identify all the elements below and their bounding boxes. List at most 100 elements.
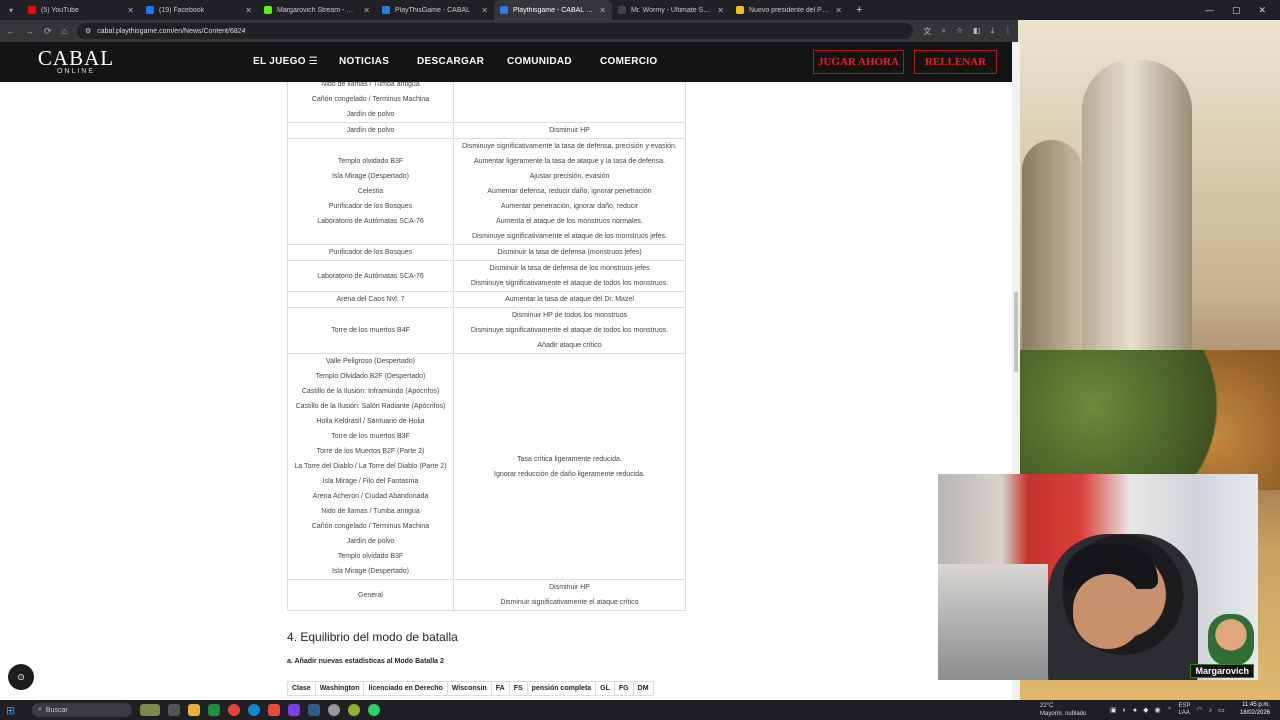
language-indicator[interactable]: ESP LAA (1178, 703, 1190, 717)
effect-text: Aumentar la tasa de ataque del Dr. Mazel (505, 296, 634, 303)
weather-desc: Mayorm. nublado (1040, 711, 1087, 717)
new-tab-button[interactable]: + (848, 4, 870, 16)
browser-tab[interactable]: (5) YouTube ✕ (22, 0, 140, 20)
whatsapp-icon[interactable] (368, 704, 380, 716)
tray-icon[interactable]: ◆ (1143, 706, 1148, 714)
app-icon-gray[interactable] (328, 704, 340, 716)
clock[interactable]: 11:45 p.m. 18/02/2026 (1240, 701, 1270, 717)
close-window-icon[interactable]: ✕ (1258, 5, 1266, 16)
bookmark-star-icon[interactable]: ☆ (956, 26, 963, 37)
map-name: Valle Peligroso (Despertado) (326, 358, 415, 365)
tab-close-icon[interactable]: ✕ (245, 6, 252, 15)
site-info-icon[interactable]: ⚙ (85, 27, 91, 35)
browser-tab[interactable]: Mr. Wormy - Ultimate Source o... ✕ (612, 0, 730, 20)
fill-button[interactable]: RELLENAR (914, 50, 997, 74)
map-name: Nido de llamas / Tumba antigua (321, 82, 420, 88)
map-name: Isla Mirage / Filo del Fantasma (322, 478, 419, 485)
reload-icon[interactable]: ⟳ (44, 26, 52, 37)
wallpaper-arch (1022, 140, 1082, 360)
map-name: Cañón congelado / Terminus Machina (311, 96, 430, 103)
menu-comunidad[interactable]: COMUNIDAD (507, 56, 572, 67)
maximize-icon[interactable]: ▢ (1232, 5, 1241, 16)
effect-text: Disminuye significativamente la tasa de … (462, 143, 677, 150)
minimize-icon[interactable]: — (1205, 5, 1214, 16)
browser-tab[interactable]: PlayThisGame - CABAL ✕ (376, 0, 494, 20)
webcam-overlay: Margarovich (938, 474, 1258, 680)
weather-widget[interactable]: 22°C Mayorm. nublado (1040, 700, 1086, 718)
browser-tab[interactable]: (19) Facebook ✕ (140, 0, 258, 20)
cabal-logo[interactable]: CABAL ONLINE (18, 48, 134, 76)
file-explorer-icon[interactable] (188, 704, 200, 716)
chevron-up-icon[interactable]: ⌃ (1167, 706, 1173, 714)
effect-text: Aumentar ligeramente la tasa de ataque y… (473, 158, 666, 165)
tab-search-icon[interactable]: ▾ (0, 6, 22, 15)
effect-cell: Disminuir HP de todos los monstruos Dismi… (453, 307, 686, 354)
taskbar-search[interactable]: ⌕ Buscar (32, 703, 132, 717)
tab-favicon-icon (500, 6, 508, 14)
table-row: Templo olvidado B3F Isla Mirage (Desperta… (287, 138, 686, 245)
task-view-icon[interactable] (168, 704, 180, 716)
app-icon-purple[interactable] (288, 704, 300, 716)
table-row: Purificador de los Bosques Disminuir la t… (287, 244, 686, 261)
edge-icon[interactable] (248, 704, 260, 716)
windows-start-icon[interactable]: ⊞ (6, 704, 24, 717)
browser-tab[interactable]: Margarovich Stream - Watch Li... ✕ (258, 0, 376, 20)
menu-comercio[interactable]: COMERCIO (600, 56, 657, 67)
zoom-icon[interactable]: ⌕ (941, 26, 945, 37)
map-cell: Nido de llamas / Tumba antigua Cañón cong… (287, 82, 454, 123)
widgets-icon[interactable] (140, 704, 160, 716)
scrollbar-thumb[interactable] (1014, 292, 1018, 372)
tab-favicon-icon (264, 6, 272, 14)
article-content: Nido de llamas / Tumba antigua Cañón cong… (0, 82, 1012, 700)
hamburger-icon: ☰ (308, 56, 319, 67)
tab-close-icon[interactable]: ✕ (599, 6, 606, 15)
map-name: Isla Mirage (Despertado) (331, 568, 410, 575)
menu-dots-icon[interactable]: ⋮ (1004, 26, 1012, 37)
steam-icon[interactable] (308, 704, 320, 716)
tray-icon[interactable]: ◉ (1154, 706, 1160, 714)
tab-close-icon[interactable]: ✕ (717, 6, 724, 15)
effect-text: Disminuir significativamente el ataque c… (500, 599, 639, 606)
chat-button[interactable]: ⊙ (8, 664, 34, 690)
downloads-icon[interactable]: ⤓ (990, 26, 994, 37)
menu-descargar[interactable]: DESCARGAR (417, 56, 484, 67)
back-icon[interactable]: ← (6, 26, 15, 36)
browser-tab[interactable]: Nuevo presidente del Perú 202... ✕ (730, 0, 848, 20)
app-icon-green[interactable] (208, 704, 220, 716)
wallpaper-foliage (1012, 350, 1280, 490)
wifi-icon[interactable]: ◠ (1196, 706, 1202, 714)
effect-cell: Disminuir HP Disminuir significativamente… (453, 579, 686, 611)
map-name: Laboratorio de Autómatas SCA-76 (317, 272, 424, 280)
column-header: FA (490, 681, 510, 696)
tab-close-icon[interactable]: ✕ (363, 6, 370, 15)
streamer-name: Margarovich (1190, 664, 1254, 678)
translate-icon[interactable]: 文 (923, 26, 931, 37)
effect-text: Aumentar defensa, reducir daño, ignorar … (487, 188, 652, 195)
browser-tab[interactable]: Playthisgame - CABAL - Aviso ✕ (494, 0, 612, 20)
column-header: GL (595, 681, 615, 696)
map-name: Isla Mirage (Despertado) (331, 173, 410, 180)
address-bar[interactable]: ⚙ cabal.playthisgame.com/en/News/Content… (76, 23, 914, 39)
tray-icon[interactable]: ◐ (1123, 707, 1127, 714)
effect-cell: Disminuir HP (453, 122, 686, 139)
tab-close-icon[interactable]: ✕ (127, 6, 134, 15)
chrome-icon[interactable] (228, 704, 240, 716)
play-now-button[interactable]: JUGAR AHORA (813, 50, 904, 74)
tab-close-icon[interactable]: ✕ (481, 6, 488, 15)
app-icon-red[interactable] (268, 704, 280, 716)
map-cell: Valle Peligroso (Despertado) Templo Olvid… (287, 353, 454, 580)
volume-icon[interactable]: ♪ (1209, 707, 1213, 714)
tray-icon[interactable]: ▣ (1110, 706, 1117, 714)
search-label: Buscar (45, 706, 68, 714)
table-row: General Disminuir HP Disminuir significati… (287, 579, 686, 611)
section-title: 4. Equilibrio del modo de batalla (287, 630, 458, 644)
tab-close-icon[interactable]: ✕ (835, 6, 842, 15)
extensions-icon[interactable]: ◧ (973, 26, 981, 37)
menu-noticias[interactable]: NOTICIAS (339, 56, 389, 67)
battery-icon[interactable]: ▭ (1218, 706, 1225, 714)
app-icon-lime[interactable] (348, 704, 360, 716)
forward-icon[interactable]: → (25, 26, 34, 36)
home-icon[interactable]: ⌂ (62, 26, 67, 36)
tray-icon[interactable]: ● (1133, 707, 1137, 714)
menu-el-juego[interactable]: EL JUEGO ☰ (253, 56, 318, 67)
